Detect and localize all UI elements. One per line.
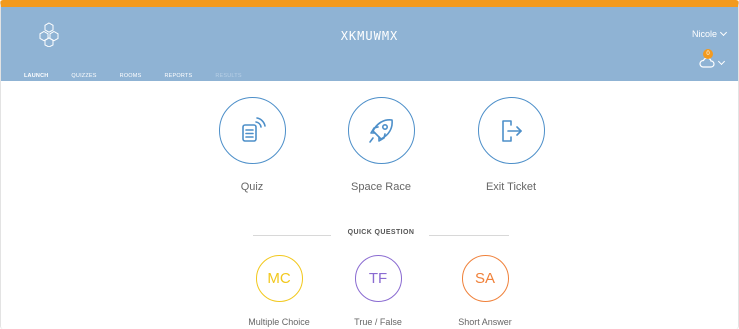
chevron-down-icon — [717, 57, 726, 66]
true-false-button[interactable]: TF True / False — [333, 255, 423, 327]
chevron-down-icon — [719, 28, 728, 37]
multiple-choice-label: Multiple Choice — [248, 317, 310, 327]
exit-door-icon — [502, 119, 522, 142]
launch-space-race-button[interactable]: Space Race — [326, 97, 436, 193]
quiz-document-icon — [242, 116, 266, 142]
sa-circle: SA — [461, 255, 509, 302]
main-tabs: LAUNCH QUIZZES ROOMS REPORTS RESULTS — [24, 68, 242, 87]
multiple-choice-button[interactable]: MC Multiple Choice — [234, 255, 324, 327]
launch-quiz-button[interactable]: Quiz — [197, 97, 307, 193]
launch-options: Quiz Space Race Exit Ticket — [1, 97, 738, 207]
tab-quizzes[interactable]: QUIZZES — [71, 68, 96, 87]
launch-space-race-label: Space Race — [351, 181, 411, 193]
app-frame: XKMUWMX Nicole 0 LAUNCH QUIZZES ROOMS RE… — [0, 0, 739, 329]
launch-quiz-label: Quiz — [240, 181, 264, 193]
mc-circle: MC — [255, 255, 303, 302]
quiz-circle — [218, 97, 286, 164]
short-answer-label: Short Answer — [458, 317, 512, 327]
tab-results: RESULTS — [215, 73, 242, 79]
true-false-label: True / False — [354, 317, 402, 327]
cloud-icon: 0 — [699, 49, 715, 70]
exit-ticket-circle — [477, 97, 545, 164]
user-menu-button[interactable]: Nicole — [691, 28, 728, 39]
divider — [429, 235, 509, 236]
space-race-circle — [347, 97, 415, 164]
launch-exit-ticket-button[interactable]: Exit Ticket — [456, 97, 566, 193]
launch-exit-ticket-label: Exit Ticket — [485, 181, 537, 193]
tab-rooms[interactable]: ROOMS — [120, 68, 142, 87]
tab-reports[interactable]: REPORTS — [164, 68, 192, 87]
short-answer-button[interactable]: SA Short Answer — [440, 255, 530, 327]
rocket-icon — [369, 118, 393, 143]
user-name: Nicole — [691, 29, 717, 39]
notifications-button[interactable]: 0 — [699, 49, 726, 70]
room-name: XKMUWMX — [340, 29, 399, 43]
quick-question-header: QUICK QUESTION — [253, 229, 509, 241]
tf-circle: TF — [354, 255, 402, 302]
tab-launch[interactable]: LAUNCH — [24, 68, 49, 87]
top-header: XKMUWMX Nicole 0 LAUNCH QUIZZES ROOMS RE… — [1, 7, 738, 87]
notification-badge: 0 — [703, 49, 713, 59]
